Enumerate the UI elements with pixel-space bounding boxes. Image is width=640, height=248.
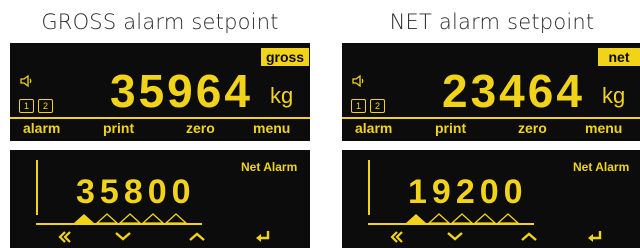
rewind-icon[interactable] <box>389 230 405 244</box>
entry-underline <box>36 223 202 225</box>
menu-key[interactable]: menu <box>253 120 290 136</box>
digit-marker-active <box>406 214 426 223</box>
gross-badge: gross <box>261 48 309 66</box>
left-caption: GROSS alarm setpoint <box>41 10 279 34</box>
right-caption: NET alarm setpoint <box>389 10 595 34</box>
weight-unit: kg <box>270 83 294 108</box>
digit-marker <box>164 213 188 224</box>
digit-marker <box>427 213 451 224</box>
entry-underline <box>368 223 534 225</box>
right-setpoint-editor: Net Alarm 19200 <box>342 150 640 248</box>
print-key[interactable]: print <box>103 120 134 136</box>
speaker-icon <box>20 74 32 88</box>
setpoint-entry[interactable]: 19200 <box>408 172 528 212</box>
menu-key[interactable]: menu <box>585 120 622 136</box>
setpoint-entry[interactable]: 35800 <box>76 172 196 212</box>
zero-key[interactable]: zero <box>186 120 215 136</box>
alarm-key[interactable]: alarm <box>355 120 392 136</box>
chevron-up-icon[interactable] <box>520 230 538 242</box>
cursor-line <box>368 160 370 215</box>
chevron-down-icon[interactable] <box>446 230 464 242</box>
alarm-key[interactable]: alarm <box>23 120 60 136</box>
right-weight-display: net 1 2 23464 kg alarm print zero menu <box>342 43 640 141</box>
enter-icon[interactable] <box>254 230 272 244</box>
weight-unit: kg <box>602 83 626 108</box>
net-alarm-label: Net Alarm <box>241 160 298 174</box>
digit-marker-active <box>74 214 94 223</box>
net-badge: net <box>598 48 640 66</box>
weight-value: 23464 <box>442 65 585 117</box>
function-key-divider <box>342 117 640 119</box>
left-weight-display: gross 1 2 35964 kg alarm print zero menu <box>10 43 310 141</box>
net-alarm-label: Net Alarm <box>573 160 630 174</box>
print-key[interactable]: print <box>435 120 466 136</box>
function-key-divider <box>10 117 310 119</box>
digit-marker <box>118 213 142 224</box>
channel-1-indicator: 1 <box>19 99 34 113</box>
channel-2-indicator: 2 <box>370 99 385 113</box>
chevron-down-icon[interactable] <box>114 230 132 242</box>
chevron-up-icon[interactable] <box>188 230 206 242</box>
speaker-icon <box>352 74 364 88</box>
channel-2-indicator: 2 <box>38 99 53 113</box>
rewind-icon[interactable] <box>57 230 73 244</box>
digit-marker <box>450 213 474 224</box>
digit-marker <box>95 213 119 224</box>
left-setpoint-editor: Net Alarm 35800 <box>10 150 310 248</box>
weight-value: 35964 <box>110 65 253 117</box>
cursor-line <box>36 160 38 215</box>
digit-marker <box>141 213 165 224</box>
digit-marker <box>473 213 497 224</box>
channel-1-indicator: 1 <box>351 99 366 113</box>
digit-marker <box>496 213 520 224</box>
zero-key[interactable]: zero <box>518 120 547 136</box>
enter-icon[interactable] <box>586 230 604 244</box>
